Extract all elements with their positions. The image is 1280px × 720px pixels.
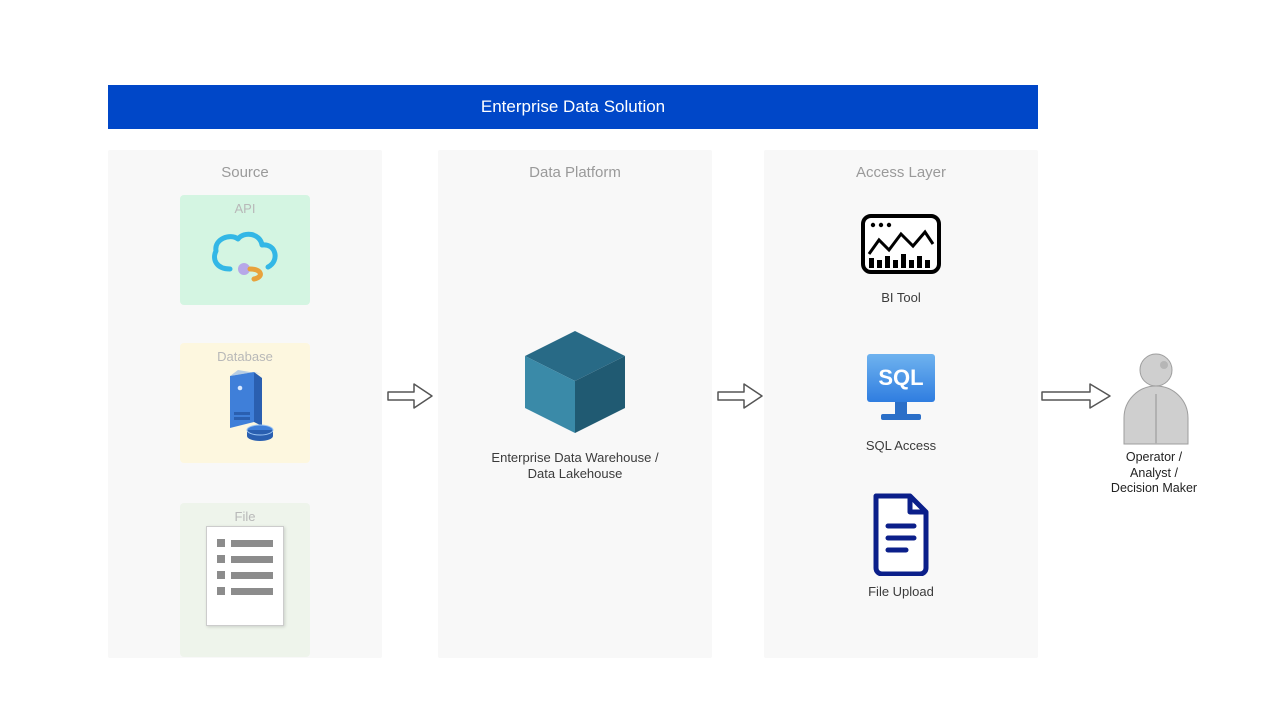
source-api-label: API: [180, 201, 310, 216]
access-item-file-upload: File Upload: [764, 492, 1038, 599]
access-bi-label: BI Tool: [764, 290, 1038, 305]
cube-warehouse-icon: [438, 321, 712, 441]
cloud-api-icon: [180, 218, 310, 290]
file-upload-icon: [764, 492, 1038, 576]
source-card-api: API: [180, 195, 310, 305]
sql-monitor-icon: SQL: [764, 350, 1038, 430]
arrow-source-to-platform: [386, 380, 434, 412]
sql-badge-text: SQL: [878, 365, 923, 390]
user-label: Operator / Analyst / Decision Maker: [1094, 450, 1214, 497]
source-database-label: Database: [180, 349, 310, 364]
platform-item-label: Enterprise Data Warehouse / Data Lakehou…: [438, 450, 712, 483]
access-file-label: File Upload: [764, 584, 1038, 599]
database-server-icon: [180, 366, 310, 448]
source-card-file: File: [180, 503, 310, 657]
title-bar: Enterprise Data Solution: [108, 85, 1038, 129]
column-platform-title: Data Platform: [438, 164, 712, 181]
access-item-sql: SQL SQL Access: [764, 350, 1038, 453]
title-text: Enterprise Data Solution: [481, 97, 665, 117]
access-sql-label: SQL Access: [764, 438, 1038, 453]
file-list-icon: [206, 526, 284, 626]
column-source: Source API Database: [108, 150, 382, 658]
access-item-bi: BI Tool: [764, 210, 1038, 305]
column-access-title: Access Layer: [764, 164, 1038, 181]
column-source-title: Source: [108, 164, 382, 181]
arrow-platform-to-access: [716, 380, 764, 412]
user-icon: [1116, 348, 1196, 451]
column-access: Access Layer: [764, 150, 1038, 658]
column-platform: Data Platform Enterprise Data Warehouse …: [438, 150, 712, 658]
source-file-label: File: [180, 509, 310, 524]
arrow-access-to-user: [1040, 380, 1112, 412]
diagram-canvas: Enterprise Data Solution Source API Data…: [0, 0, 1280, 720]
source-card-database: Database: [180, 343, 310, 463]
bi-chart-icon: [764, 210, 1038, 282]
